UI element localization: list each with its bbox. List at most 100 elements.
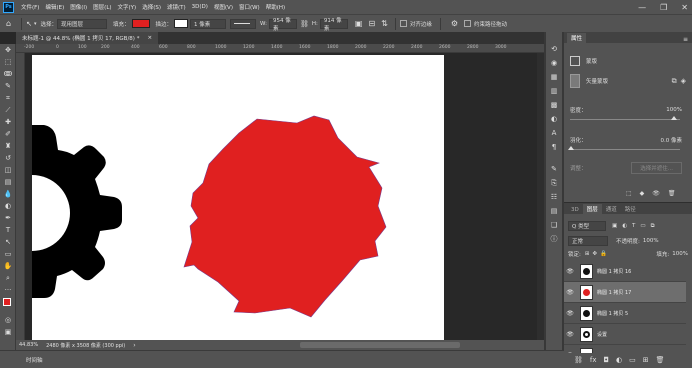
feather-slider-knob[interactable] bbox=[568, 146, 574, 150]
fill-value[interactable]: 100% bbox=[672, 251, 688, 257]
horizontal-scrollbar-thumb[interactable] bbox=[300, 342, 460, 348]
path-arrangement-icon[interactable]: ⇅ bbox=[381, 19, 388, 28]
move-tool-icon[interactable]: ✥ bbox=[0, 44, 16, 56]
filter-shape-icon[interactable]: ▭ bbox=[640, 223, 645, 229]
screen-mode-icon[interactable]: ▣ bbox=[0, 326, 16, 338]
opacity-value[interactable]: 100% bbox=[643, 238, 659, 244]
path-select-tool-icon[interactable]: ↖ bbox=[26, 20, 32, 28]
menu-type[interactable]: 文字(Y) bbox=[115, 3, 140, 11]
clone-source-icon[interactable]: ⎘ bbox=[546, 176, 562, 190]
filter-pixel-icon[interactable]: ▣ bbox=[612, 223, 617, 229]
minimize-icon[interactable]: — bbox=[638, 3, 646, 12]
stroke-width-field[interactable]: 1 像素 bbox=[190, 18, 227, 29]
path-selection-tool-icon[interactable]: ↖ bbox=[0, 236, 16, 248]
menu-edit[interactable]: 编辑(E) bbox=[42, 3, 67, 11]
lock-all-icon[interactable]: 🔒 bbox=[600, 251, 607, 257]
patterns-icon[interactable]: ▩ bbox=[546, 98, 562, 112]
density-slider-knob[interactable] bbox=[671, 116, 677, 120]
brush-tool-icon[interactable]: ✐ bbox=[0, 128, 16, 140]
menu-window[interactable]: 窗口(W) bbox=[236, 3, 263, 11]
layer-row[interactable]: 👁 椭圆 1 拷贝 5 bbox=[564, 303, 686, 324]
chevron-right-icon[interactable]: › bbox=[133, 342, 135, 349]
tab-3d[interactable]: 3D bbox=[567, 206, 583, 214]
apply-icon[interactable]: ◆ bbox=[640, 190, 645, 197]
menu-view[interactable]: 视图(V) bbox=[211, 3, 236, 11]
delete-layer-icon[interactable]: 🗑 bbox=[656, 356, 665, 364]
filter-adjustment-icon[interactable]: ◐ bbox=[622, 223, 627, 229]
constrain-path-checkbox[interactable] bbox=[464, 20, 472, 27]
density-value[interactable]: 100% bbox=[666, 107, 682, 113]
document-tab[interactable]: 未标题-1 @ 44.8% (椭圆 1 拷贝 17, RGB/8) * × bbox=[16, 32, 159, 44]
visibility-eye-icon[interactable]: 👁 bbox=[564, 310, 576, 317]
blur-tool-icon[interactable]: 💧 bbox=[0, 188, 16, 200]
feather-value[interactable]: 0.0 像素 bbox=[661, 136, 683, 144]
hand-tool-icon[interactable]: ✋ bbox=[0, 260, 16, 272]
tab-paths[interactable]: 路径 bbox=[621, 204, 640, 214]
healing-brush-icon[interactable]: ✚ bbox=[0, 116, 16, 128]
add-mask-icon[interactable]: ◘ bbox=[604, 356, 610, 364]
load-selection-icon[interactable]: ⬚ bbox=[626, 190, 632, 197]
layer-kind-dropdown[interactable]: Q 类型 bbox=[568, 221, 606, 231]
timeline-label[interactable]: 时间轴 bbox=[26, 356, 43, 364]
add-mask-icon[interactable]: ⧉ bbox=[672, 77, 677, 86]
panel-menu-icon[interactable]: ≡ bbox=[683, 36, 688, 43]
crop-tool-icon[interactable]: ⌗ bbox=[0, 92, 16, 104]
link-layers-icon[interactable]: ⛓ bbox=[574, 356, 583, 364]
menu-layer[interactable]: 图层(L) bbox=[90, 3, 114, 11]
vertical-scrollbar[interactable] bbox=[537, 53, 544, 340]
eraser-tool-icon[interactable]: ◫ bbox=[0, 164, 16, 176]
lock-pixels-icon[interactable]: ⊞ bbox=[585, 251, 590, 257]
close-window-icon[interactable]: ✕ bbox=[681, 3, 688, 12]
canvas-area[interactable] bbox=[25, 53, 544, 340]
blend-mode-dropdown[interactable]: 正常 bbox=[568, 236, 608, 246]
menu-file[interactable]: 文件(F) bbox=[18, 3, 42, 11]
layer-row[interactable]: 👁 椭圆 1 拷贝 16 bbox=[564, 261, 686, 282]
red-polygon-shape[interactable] bbox=[183, 115, 387, 318]
gradients-icon[interactable]: ▥ bbox=[546, 84, 562, 98]
marquee-tool-icon[interactable]: ⬚ bbox=[0, 56, 16, 68]
visibility-eye-icon[interactable]: 👁 bbox=[564, 331, 576, 338]
filter-type-icon[interactable]: T bbox=[632, 223, 635, 229]
gradient-tool-icon[interactable]: ▤ bbox=[0, 176, 16, 188]
dodge-tool-icon[interactable]: ◐ bbox=[0, 200, 16, 212]
properties-icon[interactable]: ☷ bbox=[546, 190, 562, 204]
brush-settings-icon[interactable]: ✎ bbox=[546, 162, 562, 176]
density-slider[interactable] bbox=[570, 119, 680, 120]
feather-slider[interactable] bbox=[570, 149, 680, 150]
stroke-type-dropdown[interactable] bbox=[230, 18, 257, 29]
layer-comps-icon[interactable]: ❑ bbox=[546, 218, 562, 232]
visibility-eye-icon[interactable]: 👁 bbox=[564, 289, 576, 296]
menu-image[interactable]: 图像(I) bbox=[67, 3, 90, 11]
history-icon[interactable]: ⟲ bbox=[546, 42, 562, 56]
quick-select-tool-icon[interactable]: ✎ bbox=[0, 80, 16, 92]
shape-tool-icon[interactable]: ▭ bbox=[0, 248, 16, 260]
adjustments-icon[interactable]: ◐ bbox=[546, 112, 562, 126]
pen-tool-icon[interactable]: ✒ bbox=[0, 212, 16, 224]
layer-row[interactable]: 👁 设置 bbox=[564, 324, 686, 345]
chevron-down-icon[interactable]: ▾ bbox=[34, 21, 37, 27]
eyedropper-tool-icon[interactable]: ⟋ bbox=[0, 104, 16, 116]
link-icon[interactable]: ⛓ bbox=[300, 20, 309, 28]
zoom-level[interactable]: 44.83% bbox=[19, 342, 38, 348]
new-layer-icon[interactable]: ⊞ bbox=[643, 356, 649, 364]
menu-select[interactable]: 选择(S) bbox=[139, 3, 164, 11]
layer-row[interactable]: 👁 bbox=[564, 345, 686, 353]
info-icon[interactable]: ⓘ bbox=[546, 232, 562, 246]
menu-filter[interactable]: 滤镜(T) bbox=[164, 3, 189, 11]
tab-layers[interactable]: 图层 bbox=[582, 204, 602, 214]
adjustment-layer-icon[interactable]: ◐ bbox=[616, 356, 622, 364]
align-edges-checkbox[interactable] bbox=[399, 20, 407, 27]
foreground-color-swatch[interactable] bbox=[3, 298, 11, 306]
libraries-icon[interactable]: ▤ bbox=[546, 204, 562, 218]
swatches-icon[interactable]: ▦ bbox=[546, 70, 562, 84]
height-field[interactable]: 914 像素 bbox=[319, 18, 348, 32]
select-and-mask-button[interactable]: 选择并遮住... bbox=[631, 162, 682, 174]
clone-stamp-icon[interactable]: ♜ bbox=[0, 140, 16, 152]
tab-channels[interactable]: 通道 bbox=[602, 204, 621, 214]
visibility-icon[interactable]: 👁 bbox=[652, 190, 660, 197]
type-tool-icon[interactable]: T bbox=[0, 224, 16, 236]
apply-mask-icon[interactable]: ◈ bbox=[681, 77, 686, 85]
pick-dropdown[interactable]: 现用图层 bbox=[56, 18, 107, 29]
tab-properties[interactable]: 属性 bbox=[567, 33, 587, 43]
visibility-eye-icon[interactable]: 👁 bbox=[564, 268, 576, 275]
